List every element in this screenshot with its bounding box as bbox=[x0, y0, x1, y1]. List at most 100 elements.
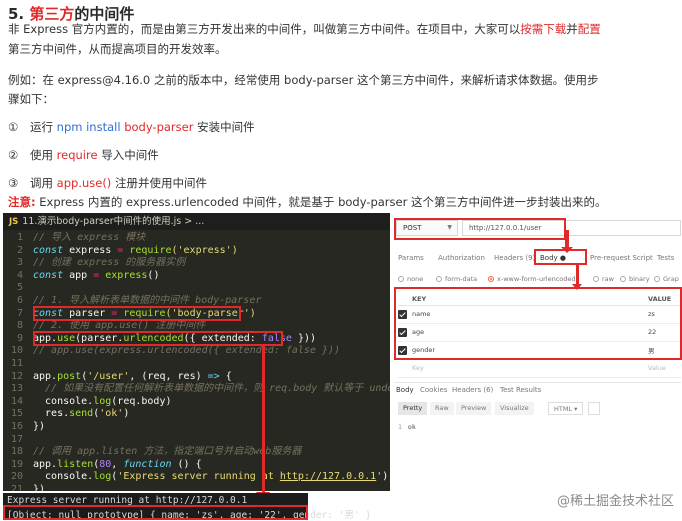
table-row-placeholder: Key Value bbox=[398, 359, 681, 378]
step-code-require: require bbox=[56, 148, 98, 162]
step-text: 使用 bbox=[30, 148, 57, 162]
code-string: 'Express server running at bbox=[117, 471, 280, 483]
line-number: 21 bbox=[10, 484, 23, 491]
view-visualize[interactable]: Visualize bbox=[495, 402, 534, 415]
code-line: 17 bbox=[3, 434, 390, 447]
line-number: 16 bbox=[10, 421, 23, 432]
code-line: 18// 调用 app.listen 方法，指定端口号并启动web服务器 bbox=[3, 446, 390, 459]
highlight-box-url bbox=[394, 218, 566, 240]
code-punct: ) bbox=[123, 408, 130, 420]
tab-headers[interactable]: Headers (9) bbox=[494, 254, 535, 262]
radio-label: binary bbox=[629, 275, 650, 283]
note-text: Express 内置的 express.urlencoded 中间件，就是基于 … bbox=[35, 195, 607, 209]
code-line: 1 // 导入 express 模块 bbox=[3, 232, 390, 245]
code-punct: { bbox=[219, 370, 232, 382]
radio-graphql[interactable]: Grap bbox=[654, 275, 679, 283]
view-preview[interactable]: Preview bbox=[456, 402, 492, 415]
code-comment: // 导入 express 模块 bbox=[33, 232, 146, 243]
line-number: 13 bbox=[10, 383, 23, 395]
response-text: ok bbox=[407, 423, 416, 431]
step-code-package: body-parser bbox=[124, 120, 194, 134]
step-2: ② 使用 require 导入中间件 bbox=[8, 147, 159, 163]
note-line: 注意: Express 内置的 express.urlencoded 中间件，就… bbox=[8, 194, 606, 210]
step-code-npm: npm install bbox=[56, 120, 121, 134]
radio-dot-selected bbox=[488, 276, 494, 282]
format-select[interactable]: HTML ▾ bbox=[548, 402, 584, 415]
tab-pre-request-script[interactable]: Pre-request Script bbox=[590, 254, 653, 262]
view-pretty[interactable]: Pretty bbox=[398, 402, 428, 415]
code-line: 4 const app = express() bbox=[3, 270, 390, 283]
radio-binary[interactable]: binary bbox=[620, 275, 650, 283]
step-3: ③ 调用 app.use() 注册并使用中间件 bbox=[8, 175, 207, 191]
code-line: 20 console.log('Express server running a… bbox=[3, 471, 390, 484]
code-var: console. bbox=[33, 395, 94, 407]
code-line: 21}) bbox=[3, 484, 390, 491]
code-link[interactable]: http://127.0.0.1 bbox=[280, 471, 376, 482]
tab-test-results[interactable]: Test Results bbox=[500, 386, 541, 394]
line-number: 9 bbox=[16, 332, 23, 344]
view-raw[interactable]: Raw bbox=[430, 402, 454, 415]
code-line: 5 bbox=[3, 282, 390, 295]
code-line: 12 app.post('/user', (req, res) => { bbox=[3, 371, 390, 384]
tab-response-body[interactable]: Body bbox=[396, 386, 414, 394]
step-number: ③ bbox=[8, 176, 19, 190]
tab-response-headers[interactable]: Headers (6) bbox=[452, 386, 493, 394]
wrap-icon[interactable] bbox=[588, 402, 600, 415]
intro-line-1: 非 Express 官方内置的，而是由第三方开发出来的中间件，叫做第三方中间件。… bbox=[8, 20, 601, 39]
code-line: 13 // 如果没有配置任何解析表单数据的中间件，则 req.body 默认等于… bbox=[3, 383, 390, 396]
highlight-box-params bbox=[394, 287, 682, 360]
key-placeholder[interactable]: Key bbox=[412, 359, 648, 378]
radio-dot bbox=[593, 276, 599, 282]
code-punct: })) bbox=[291, 332, 317, 344]
tab-tests[interactable]: Tests bbox=[657, 254, 674, 262]
code-editor: JS 11.演示body-parser中间件的使用.js > ... 1 // 导入… bbox=[3, 213, 390, 491]
line-number: 12 bbox=[10, 370, 23, 382]
radio-form-data[interactable]: form-data bbox=[436, 275, 477, 283]
code-op: => bbox=[207, 370, 220, 382]
code-line: 10 // app.use(express.urlencoded({ extend… bbox=[3, 345, 390, 358]
code-line: 16}) bbox=[3, 421, 390, 434]
code-string: 'ok' bbox=[99, 408, 124, 420]
code-comment: // 1. 导入解析表单数据的中间件 body-parser bbox=[33, 295, 262, 306]
radio-label: x-www-form-urlencoded bbox=[497, 275, 576, 283]
line-number: 7 bbox=[16, 307, 23, 319]
response-tabs: Body Cookies Headers (6) Test Results bbox=[394, 382, 681, 396]
code-punct: }) bbox=[33, 421, 46, 432]
code-keyword: const bbox=[33, 269, 64, 281]
response-line-number: 1 bbox=[398, 423, 402, 431]
tab-params[interactable]: Params bbox=[398, 254, 424, 262]
radio-urlencoded[interactable]: x-www-form-urlencoded bbox=[488, 275, 576, 283]
radio-label: none bbox=[407, 275, 424, 283]
tab-authorization[interactable]: Authorization bbox=[438, 254, 485, 262]
value-placeholder[interactable]: Value bbox=[648, 359, 681, 378]
step-number: ② bbox=[8, 148, 19, 162]
highlight-box-terminal bbox=[3, 505, 308, 520]
code-punct: ) bbox=[382, 471, 389, 483]
intro-text: 非 Express 官方内置的，而是由第三方开发出来的中间件，叫做第三方中间件。… bbox=[8, 22, 521, 36]
code-var: console. bbox=[33, 471, 94, 483]
line-number: 1 bbox=[16, 232, 23, 243]
breadcrumb-text: 11.演示body-parser中间件的使用.js > ... bbox=[22, 216, 205, 227]
js-file-icon: JS bbox=[9, 217, 19, 227]
radio-none[interactable]: none bbox=[398, 275, 423, 283]
radio-dot bbox=[398, 276, 404, 282]
radio-dot bbox=[436, 276, 442, 282]
code-fn: listen bbox=[57, 458, 94, 470]
tab-cookies[interactable]: Cookies bbox=[420, 386, 447, 394]
intro-highlight-config: 配置 bbox=[577, 22, 601, 36]
highlight-box-require bbox=[33, 306, 241, 321]
radio-label: raw bbox=[602, 275, 614, 283]
line-number: 20 bbox=[10, 471, 23, 483]
code-var: app. bbox=[33, 370, 58, 382]
line-number: 14 bbox=[10, 395, 23, 407]
code-line: 15 res.send('ok') bbox=[3, 408, 390, 421]
line-number: 19 bbox=[10, 458, 23, 470]
highlight-box-body-tab bbox=[534, 249, 587, 265]
editor-breadcrumb: JS 11.演示body-parser中间件的使用.js > ... bbox=[3, 213, 390, 230]
line-number: 3 bbox=[16, 257, 23, 269]
radio-raw[interactable]: raw bbox=[593, 275, 614, 283]
body-mode-radios: none form-data x-www-form-urlencoded raw… bbox=[398, 274, 681, 286]
code-punct: , bbox=[111, 458, 124, 470]
response-view-bar: Pretty Raw Preview Visualize HTML ▾ bbox=[398, 402, 681, 416]
example-line-2: 骤如下： bbox=[8, 92, 54, 106]
